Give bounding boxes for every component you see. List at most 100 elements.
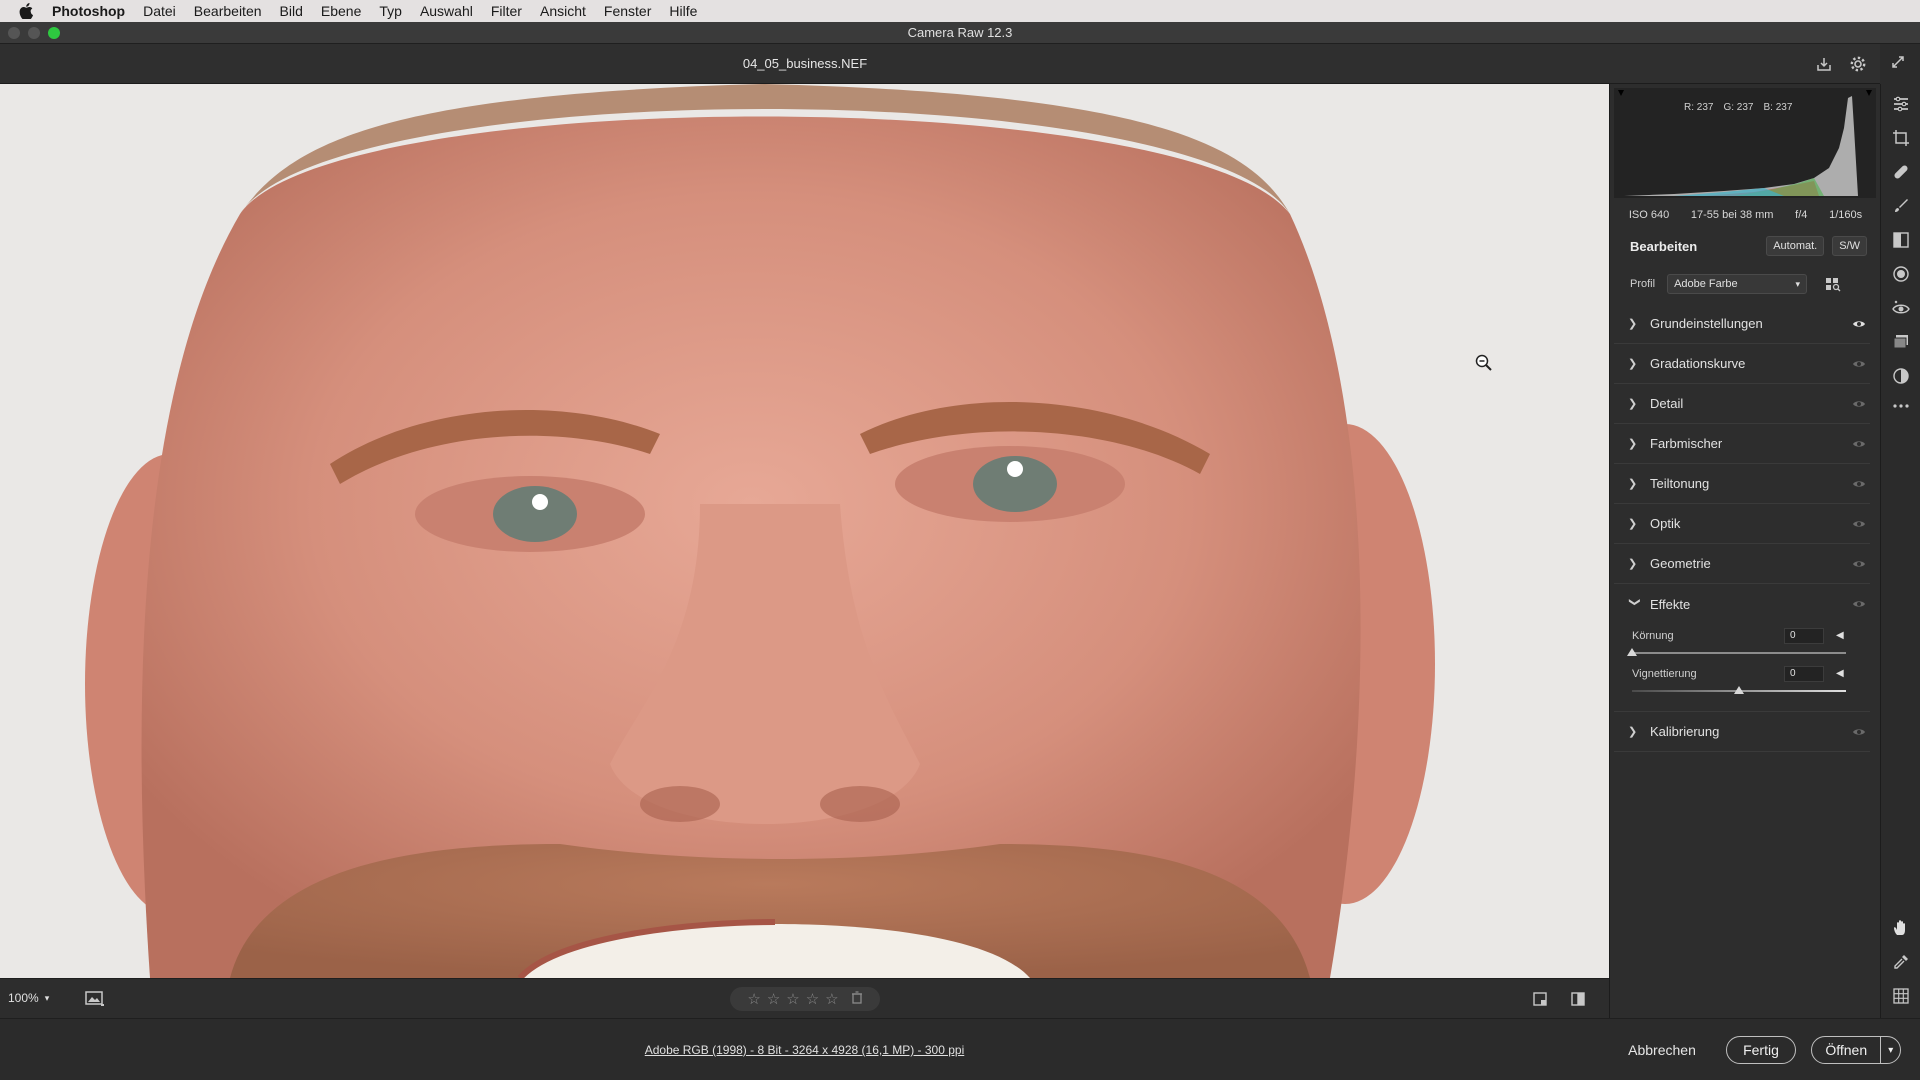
filmstrip-toggle-icon[interactable] xyxy=(84,989,106,1009)
workflow-options-link[interactable]: Adobe RGB (1998) - 8 Bit - 3264 x 4928 (… xyxy=(0,1043,1609,1057)
fullscreen-icon[interactable] xyxy=(1890,54,1910,74)
eye-icon[interactable] xyxy=(1848,359,1870,369)
section-kalibrierung[interactable]: ❯ Kalibrierung xyxy=(1614,712,1870,752)
gear-icon[interactable] xyxy=(1848,54,1868,74)
adjustment-brush-icon[interactable] xyxy=(1891,196,1911,216)
vignette-reset-icon[interactable]: ◀ xyxy=(1836,668,1844,679)
eye-icon[interactable] xyxy=(1848,319,1870,329)
presets-icon[interactable] xyxy=(1891,366,1911,386)
menu-typ[interactable]: Typ xyxy=(379,3,402,19)
crop-icon[interactable] xyxy=(1891,128,1911,148)
section-effekte[interactable]: ❯ Effekte xyxy=(1614,584,1870,624)
grain-value-input[interactable]: 0 xyxy=(1784,628,1824,644)
eye-icon[interactable] xyxy=(1848,727,1870,737)
section-teiltonung[interactable]: ❯ Teiltonung xyxy=(1614,464,1870,504)
star-icon[interactable]: ☆ xyxy=(806,990,819,1008)
before-after-view-icon[interactable] xyxy=(1570,991,1586,1007)
eye-icon[interactable] xyxy=(1848,559,1870,569)
grain-reset-icon[interactable]: ◀ xyxy=(1836,630,1844,641)
edit-panel: R: 237 G: 237 B: 237 ISO 640 17-55 bei 3… xyxy=(1609,84,1880,1018)
zoom-level-select[interactable]: 100% ▾ xyxy=(8,991,49,1005)
snapshots-icon[interactable] xyxy=(1891,332,1911,352)
done-button[interactable]: Fertig xyxy=(1726,1036,1796,1064)
chevron-down-icon: ▾ xyxy=(44,992,50,1003)
section-label: Farbmischer xyxy=(1650,436,1723,451)
black-white-button[interactable]: S/W xyxy=(1832,236,1867,256)
graduated-filter-icon[interactable] xyxy=(1891,230,1911,250)
edit-title: Bearbeiten xyxy=(1630,238,1698,254)
menu-datei[interactable]: Datei xyxy=(143,3,176,19)
grain-slider-thumb[interactable] xyxy=(1627,648,1637,656)
profile-browser-icon[interactable] xyxy=(1825,276,1841,292)
rgb-readout: R: 237 G: 237 B: 237 xyxy=(1684,102,1792,113)
chevron-right-icon: ❯ xyxy=(1628,438,1638,450)
section-gradationskurve[interactable]: ❯ Gradationskurve xyxy=(1614,344,1870,384)
section-farbmischer[interactable]: ❯ Farbmischer xyxy=(1614,424,1870,464)
menu-fenster[interactable]: Fenster xyxy=(604,3,651,19)
minimize-window-button[interactable] xyxy=(28,27,40,39)
apple-icon[interactable] xyxy=(18,3,34,19)
chevron-right-icon: ❯ xyxy=(1628,318,1638,330)
window-title: Camera Raw 12.3 xyxy=(907,25,1013,40)
color-sampler-icon[interactable] xyxy=(1891,952,1911,972)
lens-value: 17-55 bei 38 mm xyxy=(1690,209,1774,221)
menu-app-name[interactable]: Photoshop xyxy=(52,3,125,19)
eye-icon[interactable] xyxy=(1848,439,1870,449)
section-geometrie[interactable]: ❯ Geometrie xyxy=(1614,544,1870,584)
chevron-right-icon: ❯ xyxy=(1628,726,1638,738)
zoom-window-button[interactable] xyxy=(48,27,60,39)
section-label: Gradationskurve xyxy=(1650,356,1746,371)
window-controls xyxy=(8,27,60,39)
vignette-slider-thumb[interactable] xyxy=(1734,686,1744,694)
trash-icon[interactable] xyxy=(851,990,863,1008)
eye-icon[interactable] xyxy=(1848,399,1870,409)
menu-bild[interactable]: Bild xyxy=(280,3,303,19)
grain-slider-track[interactable] xyxy=(1632,652,1846,654)
profile-select[interactable]: Adobe Farbe ▾ xyxy=(1667,274,1808,294)
star-icon[interactable]: ☆ xyxy=(825,990,838,1008)
image-preview[interactable] xyxy=(0,84,1609,978)
chevron-right-icon: ❯ xyxy=(1628,398,1638,410)
hand-tool-icon[interactable] xyxy=(1891,918,1911,938)
vignette-slider: Vignettierung 0 ◀ xyxy=(1632,666,1846,706)
menubar: Photoshop Datei Bearbeiten Bild Ebene Ty… xyxy=(0,0,1920,22)
open-button[interactable]: Öffnen ▾ xyxy=(1811,1036,1901,1064)
vignette-label: Vignettierung xyxy=(1632,668,1697,680)
section-detail[interactable]: ❯ Detail xyxy=(1614,384,1870,424)
section-grundeinstellungen[interactable]: ❯ Grundeinstellungen xyxy=(1614,304,1870,344)
chevron-down-icon[interactable]: ▾ xyxy=(1881,1045,1900,1056)
camera-info: ISO 640 17-55 bei 38 mm f/4 1/160s xyxy=(1610,204,1881,226)
star-icon[interactable]: ☆ xyxy=(786,990,799,1008)
single-view-icon[interactable] xyxy=(1532,991,1548,1007)
auto-button[interactable]: Automat. xyxy=(1766,236,1825,256)
shutter-value: 1/160s xyxy=(1829,209,1863,221)
menu-bearbeiten[interactable]: Bearbeiten xyxy=(194,3,262,19)
file-bar: 04_05_business.NEF xyxy=(0,44,1880,84)
menu-ebene[interactable]: Ebene xyxy=(321,3,361,19)
profile-row: Profil Adobe Farbe ▾ xyxy=(1610,268,1875,300)
close-window-button[interactable] xyxy=(8,27,20,39)
vignette-value-input[interactable]: 0 xyxy=(1784,666,1824,682)
section-optik[interactable]: ❯ Optik xyxy=(1614,504,1870,544)
open-button-label: Öffnen xyxy=(1825,1042,1868,1058)
edit-sections: ❯ Grundeinstellungen ❯ Gradationskurve ❯… xyxy=(1614,304,1870,752)
more-options-icon[interactable] xyxy=(1891,396,1911,416)
aperture-value: f/4 xyxy=(1795,209,1808,221)
red-eye-icon[interactable] xyxy=(1891,298,1911,318)
eye-icon[interactable] xyxy=(1848,479,1870,489)
menu-ansicht[interactable]: Ansicht xyxy=(540,3,586,19)
healing-brush-icon[interactable] xyxy=(1891,162,1911,182)
edit-sliders-icon[interactable] xyxy=(1891,94,1911,114)
star-icon[interactable]: ☆ xyxy=(767,990,780,1008)
grid-overlay-icon[interactable] xyxy=(1891,986,1911,1006)
save-image-icon[interactable] xyxy=(1814,54,1834,74)
menu-filter[interactable]: Filter xyxy=(491,3,522,19)
eye-icon[interactable] xyxy=(1848,599,1870,609)
eye-icon[interactable] xyxy=(1848,519,1870,529)
profile-value: Adobe Farbe xyxy=(1674,278,1738,290)
cancel-button[interactable]: Abbrechen xyxy=(1612,1037,1712,1063)
radial-filter-icon[interactable] xyxy=(1891,264,1911,284)
star-icon[interactable]: ☆ xyxy=(747,990,760,1008)
menu-hilfe[interactable]: Hilfe xyxy=(669,3,697,19)
menu-auswahl[interactable]: Auswahl xyxy=(420,3,473,19)
